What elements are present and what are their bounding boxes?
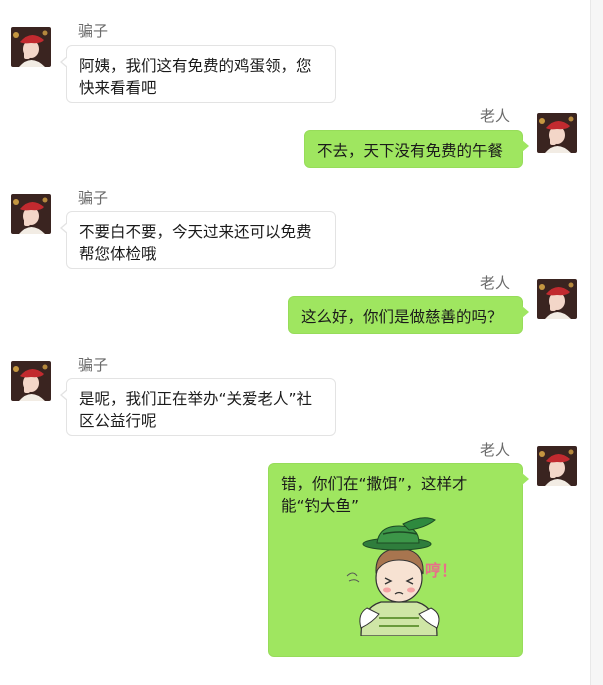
message-bubble-outgoing[interactable]: 这么好，你们是做慈善的吗？ bbox=[288, 296, 529, 334]
sender-name: 骗子 bbox=[78, 189, 109, 207]
sender-name: 老人 bbox=[479, 274, 510, 292]
message-bubble-incoming[interactable]: 是呢，我们正在举办“关爱老人”社区公益行呢 bbox=[60, 378, 336, 436]
sticker-exclamation: 哼！ bbox=[425, 561, 458, 580]
avatar-elder-1[interactable] bbox=[537, 113, 577, 153]
message-bubble-outgoing[interactable]: 不去，天下没有免费的午餐 bbox=[304, 130, 529, 168]
sender-name: 骗子 bbox=[78, 356, 109, 374]
avatar-elder-2[interactable] bbox=[537, 279, 577, 319]
sender-name: 骗子 bbox=[78, 22, 109, 40]
avatar-elder-3[interactable] bbox=[537, 446, 577, 486]
avatar-scammer-1[interactable] bbox=[11, 27, 51, 67]
message-bubble-incoming[interactable]: 阿姨，我们这有免费的鸡蛋领，您快来看看吧 bbox=[60, 45, 336, 103]
sender-name: 老人 bbox=[479, 441, 510, 459]
message-bubble-outgoing-sticker[interactable]: 错，你们在“撒饵”，这样才能“钓大鱼” 哼！ bbox=[268, 463, 529, 657]
scrollbar[interactable] bbox=[590, 0, 603, 685]
sticker-image[interactable]: 哼！ bbox=[339, 510, 459, 637]
avatar-scammer-2[interactable] bbox=[11, 194, 51, 234]
message-bubble-incoming[interactable]: 不要白不要，今天过来还可以免费帮您体检哦 bbox=[60, 211, 336, 269]
sender-name: 老人 bbox=[479, 107, 510, 125]
avatar-scammer-3[interactable] bbox=[11, 361, 51, 401]
